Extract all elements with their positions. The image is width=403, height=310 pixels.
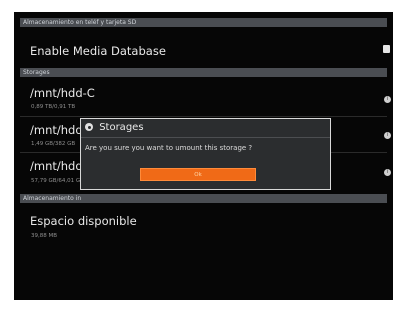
section-header-internal: Almacenamiento in — [20, 194, 387, 203]
section-header-storages: Storages — [20, 68, 387, 77]
free-space-value: 39,88 MB — [31, 233, 58, 239]
enable-media-database-label[interactable]: Enable Media Database — [30, 44, 166, 58]
divider — [20, 116, 387, 117]
storages-section-label: Storages — [23, 69, 50, 76]
storage-item-size: 57,79 GB/64,01 GB — [31, 178, 84, 184]
gear-icon — [85, 123, 93, 131]
section-header-storage: Almacenamiento en teléf y tarjeta SD — [20, 18, 387, 27]
dialog-titlebar: Storages — [81, 119, 330, 138]
internal-section-label: Almacenamiento in — [23, 195, 82, 202]
dialog-message: Are you sure you want to umount this sto… — [85, 144, 253, 152]
unmount-dialog: Storages Are you sure you want to umount… — [80, 118, 331, 190]
dialog-body: Storages Are you sure you want to umount… — [81, 119, 330, 189]
storage-item-size: 0,89 TB/0,91 TB — [31, 104, 76, 110]
enable-media-database-checkbox[interactable] — [383, 45, 390, 53]
free-space-label[interactable]: Espacio disponible — [30, 214, 137, 228]
section-header-label: Almacenamiento en teléf y tarjeta SD — [23, 19, 137, 26]
ok-button[interactable]: Ok — [140, 168, 256, 181]
info-icon[interactable]: i — [384, 96, 391, 103]
info-icon[interactable]: i — [384, 132, 391, 139]
storage-item-size: 1,49 GB/382 GB — [31, 141, 76, 147]
info-icon[interactable]: i — [384, 169, 391, 176]
storage-item-path[interactable]: /mnt/hdd-C — [30, 86, 95, 100]
dialog-title: Storages — [99, 122, 144, 133]
